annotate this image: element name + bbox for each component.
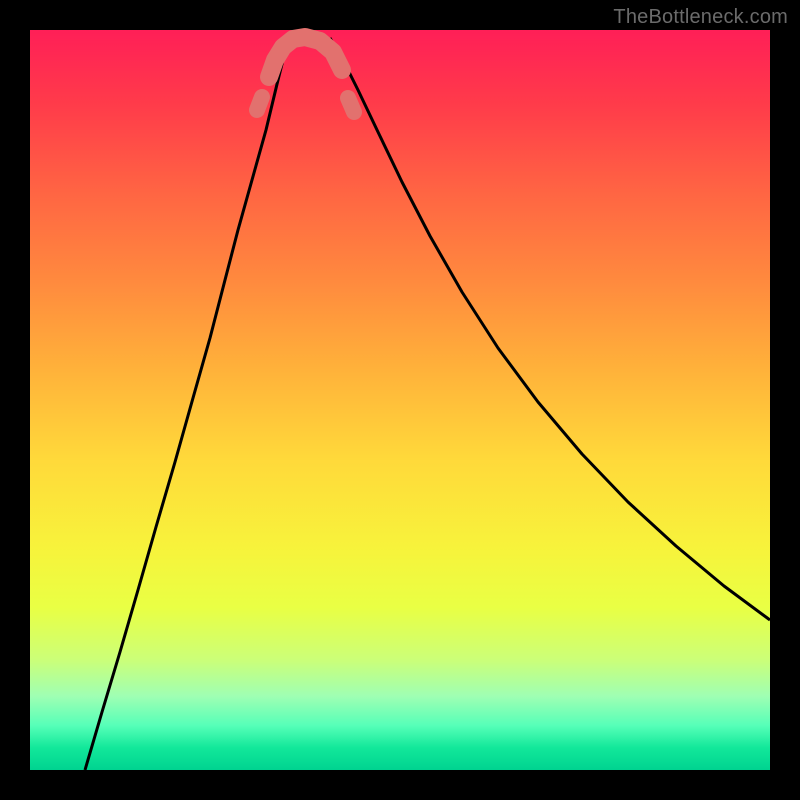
series-right-curve bbox=[330, 38, 770, 620]
series-left-nub bbox=[257, 97, 262, 110]
plot-area bbox=[30, 30, 770, 770]
series-left-curve bbox=[85, 38, 290, 770]
series-bottom-band bbox=[269, 37, 342, 77]
series-right-nub bbox=[348, 98, 354, 112]
chart-frame: TheBottleneck.com bbox=[0, 0, 800, 800]
watermark-text: TheBottleneck.com bbox=[613, 6, 788, 29]
curve-layer bbox=[30, 30, 770, 770]
